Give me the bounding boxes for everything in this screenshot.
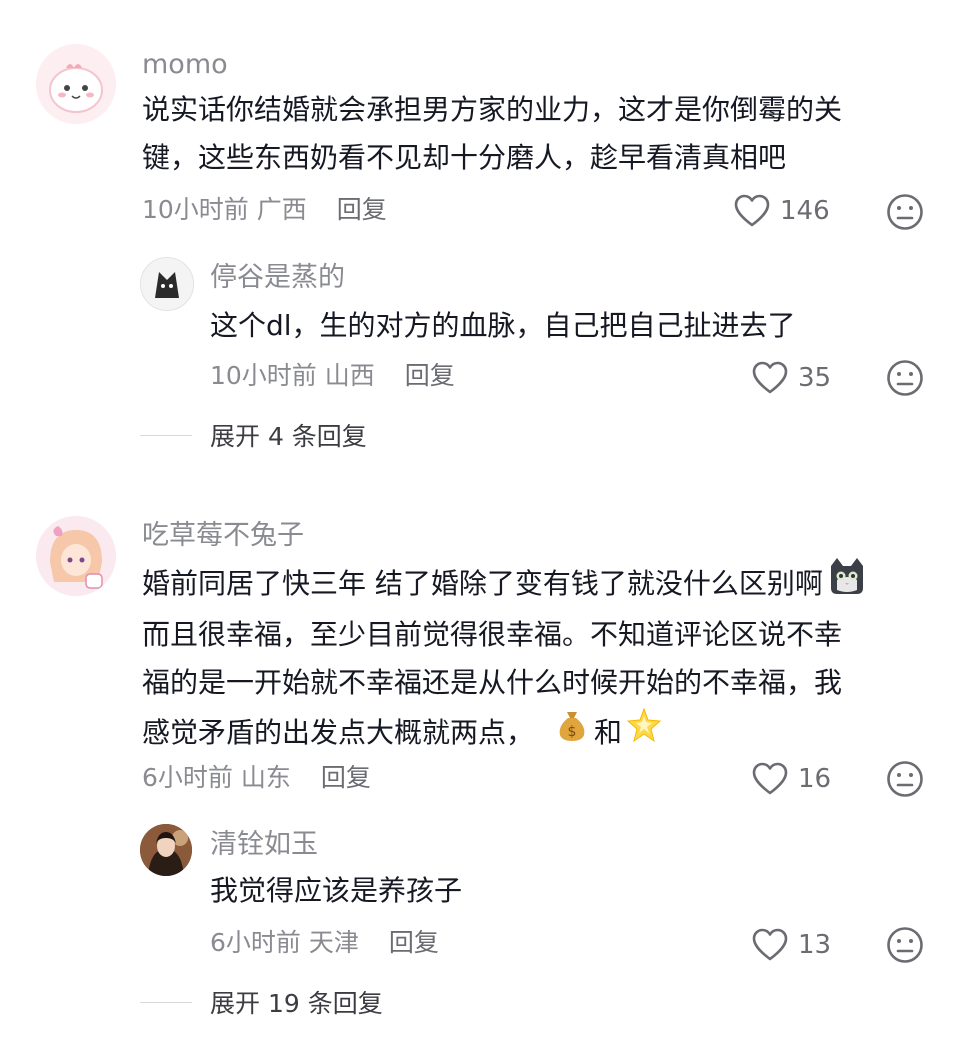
expand-replies-label: 展开 19 条回复 — [210, 989, 383, 1018]
dislike-button[interactable] — [886, 193, 924, 235]
avatar[interactable] — [36, 516, 116, 596]
avatar[interactable] — [140, 824, 192, 876]
dislike-button[interactable] — [886, 926, 924, 968]
heart-outline-icon — [734, 194, 770, 227]
like-button[interactable]: 146 — [734, 191, 830, 231]
location: 山东 — [240, 763, 291, 792]
timestamp: 10小时前 — [210, 361, 317, 390]
comment-line: 这个dl，生的对方的血脉，自己把自己扯进去了 — [210, 309, 796, 342]
divider — [140, 434, 192, 436]
glowing-star-emoji — [626, 707, 662, 758]
username[interactable]: 清铨如玉 — [210, 828, 318, 862]
like-count: 146 — [780, 196, 830, 226]
username[interactable]: momo — [142, 48, 228, 82]
heart-outline-icon — [752, 361, 788, 394]
reply-button[interactable]: 回复 — [337, 195, 387, 224]
timestamp: 10小时前 — [142, 195, 249, 224]
comment-text: 这个dl，生的对方的血脉，自己把自己扯进去了 — [210, 302, 796, 350]
comment-meta: 10小时前 山西 回复 — [210, 360, 455, 392]
cat-face-emoji — [827, 556, 867, 611]
like-button[interactable]: 16 — [752, 759, 831, 799]
money-bag-emoji: $ — [556, 708, 588, 757]
comment-line: 键，这些东西奶看不见却十分磨人，趁早看清真相吧 — [142, 141, 787, 174]
expand-replies-button[interactable]: 展开 4 条回复 — [140, 418, 367, 452]
comment-line: 感觉矛盾的出发点大概就两点， $ 和 — [142, 707, 867, 758]
heart-outline-icon — [752, 928, 788, 961]
meh-face-icon — [887, 360, 923, 396]
reply-button[interactable]: 回复 — [321, 763, 371, 792]
location: 广西 — [256, 195, 307, 224]
comment-line: 而且很幸福，至少目前觉得很幸福。不知道评论区说不幸 — [142, 618, 843, 651]
svg-text:$: $ — [568, 724, 577, 740]
like-button[interactable]: 13 — [752, 925, 831, 965]
like-count: 13 — [798, 930, 832, 960]
avatar[interactable] — [36, 44, 116, 124]
like-button[interactable]: 35 — [752, 358, 831, 398]
comment-line-text: 婚前同居了快三年 结了婚除了变有钱了就没什么区别啊 — [142, 566, 823, 600]
meh-face-icon — [887, 927, 923, 963]
username[interactable]: 停谷是蒸的 — [210, 261, 345, 295]
like-count: 35 — [798, 363, 832, 393]
username[interactable]: 吃草莓不兔子 — [142, 519, 304, 553]
heart-outline-icon — [752, 762, 788, 795]
location: 山西 — [324, 361, 375, 390]
comment-meta: 10小时前 广西 回复 — [142, 194, 387, 226]
comment-line: 婚前同居了快三年 结了婚除了变有钱了就没什么区别啊 — [142, 556, 867, 611]
comment-meta: 6小时前 天津 回复 — [210, 927, 439, 959]
meh-face-icon — [887, 761, 923, 797]
comment-line: 我觉得应该是养孩子 — [210, 874, 463, 907]
comment-inline-text: 和 — [594, 715, 623, 749]
avatar[interactable] — [140, 257, 194, 311]
comment-text: 婚前同居了快三年 结了婚除了变有钱了就没什么区别啊 而且很幸福，至少目前觉得很幸… — [142, 556, 867, 758]
expand-replies-label: 展开 4 条回复 — [210, 422, 367, 451]
comment-text: 我觉得应该是养孩子 — [210, 867, 462, 915]
reply-button[interactable]: 回复 — [389, 928, 439, 957]
comment-meta: 6小时前 山东 回复 — [142, 762, 371, 794]
comment-line: 福的是一开始就不幸福还是从什么时候开始的不幸福，我 — [142, 666, 843, 699]
expand-replies-button[interactable]: 展开 19 条回复 — [140, 985, 383, 1019]
divider — [140, 1001, 192, 1003]
reply-button[interactable]: 回复 — [405, 361, 455, 390]
timestamp: 6小时前 — [210, 928, 301, 957]
like-count: 16 — [798, 764, 832, 794]
comment-line-text: 感觉矛盾的出发点大概就两点， — [142, 715, 535, 749]
comment-text: 说实话你结婚就会承担男方家的业力，这才是你倒霉的关 键，这些东西奶看不见却十分磨… — [142, 86, 842, 182]
timestamp: 6小时前 — [142, 763, 233, 792]
location: 天津 — [308, 928, 359, 957]
dislike-button[interactable] — [886, 359, 924, 401]
meh-face-icon — [887, 194, 923, 230]
comment-line: 说实话你结婚就会承担男方家的业力，这才是你倒霉的关 — [142, 93, 843, 126]
dislike-button[interactable] — [886, 760, 924, 802]
